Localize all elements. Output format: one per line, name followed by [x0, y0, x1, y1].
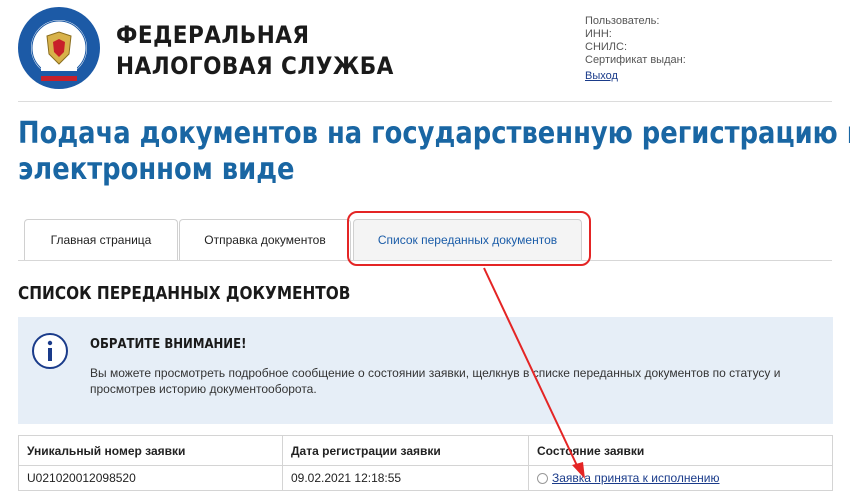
org-name-line1: ФЕДЕРАЛЬНАЯ [116, 21, 310, 49]
tab-home[interactable]: Главная страница [24, 219, 178, 260]
section-title: СПИСОК ПЕРЕДАННЫХ ДОКУМЕНТОВ [18, 283, 351, 304]
col-header-status: Состояние заявки [528, 435, 833, 466]
site-header: ФЕДЕРАЛЬНАЯ НАЛОГОВАЯ СЛУЖБА Пользовател… [0, 0, 850, 100]
org-name: ФЕДЕРАЛЬНАЯ НАЛОГОВАЯ СЛУЖБА [116, 20, 394, 82]
tab-highlight-annotation [347, 211, 591, 266]
cell-status: Заявка принята к исполнению [528, 465, 833, 491]
table-row: U021020012098520 09.02.2021 12:18:55 Зая… [18, 465, 833, 491]
header-divider [18, 101, 832, 102]
col-header-number: Уникальный номер заявки [18, 435, 283, 466]
org-name-line2: НАЛОГОВАЯ СЛУЖБА [116, 52, 394, 80]
notice-box: ОБРАТИТЕ ВНИМАНИЕ! Вы можете просмотреть… [18, 317, 833, 424]
fns-logo-icon [18, 7, 100, 89]
table-header-row: Уникальный номер заявки Дата регистрации… [18, 435, 833, 466]
user-label: Пользователь: [585, 15, 660, 27]
snils-label: СНИЛС: [585, 41, 628, 53]
user-info: Пользователь: ИНН: СНИЛС: Сертификат выд… [585, 15, 686, 83]
page-title-line1: Подача документов на государственную рег… [18, 116, 850, 151]
cell-number: U021020012098520 [18, 465, 283, 491]
notice-title: ОБРАТИТЕ ВНИМАНИЕ! [90, 337, 247, 352]
info-icon [32, 333, 68, 369]
page-title: Подача документов на государственную рег… [18, 116, 850, 188]
inn-label: ИНН: [585, 28, 612, 40]
tab-send-documents[interactable]: Отправка документов [179, 219, 351, 260]
status-link[interactable]: Заявка принята к исполнению [552, 471, 720, 485]
cert-label: Сертификат выдан: [585, 54, 686, 66]
col-header-date: Дата регистрации заявки [282, 435, 529, 466]
page-title-line2: электронном виде [18, 152, 295, 187]
logout-link[interactable]: Выход [585, 70, 618, 83]
notice-text: Вы можете просмотреть подробное сообщени… [90, 366, 781, 396]
cell-date: 09.02.2021 12:18:55 [282, 465, 529, 491]
documents-table: Уникальный номер заявки Дата регистрации… [18, 435, 833, 491]
